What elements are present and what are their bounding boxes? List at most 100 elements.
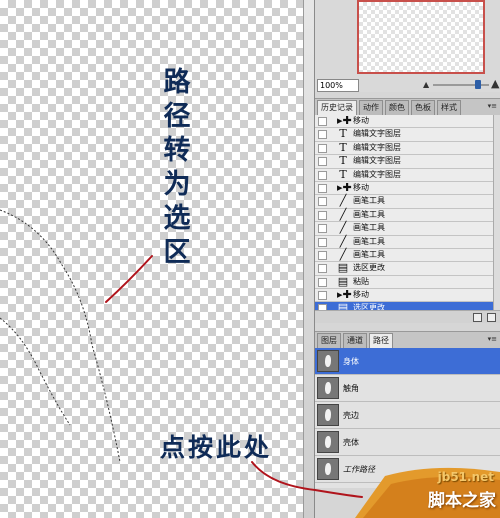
selection-change-icon: ▤ — [337, 261, 349, 275]
panels-dock: 100% ▲ ▲ 历史记录 动作 颜色 色板 样式 ▾≡ ▸✚ 移动 T 编辑文字图层… — [315, 0, 500, 518]
watermark: jb51.net 脚本之家 — [355, 466, 500, 518]
tab-actions[interactable]: 动作 — [359, 100, 383, 115]
tab-paths[interactable]: 路径 — [369, 333, 393, 348]
panel-menu-icon[interactable]: ▾≡ — [488, 335, 497, 343]
tab-channels[interactable]: 通道 — [343, 333, 367, 348]
tab-styles[interactable]: 样式 — [437, 100, 461, 115]
history-source-checkbox[interactable] — [318, 130, 327, 140]
selection-change-icon: ▤ — [337, 301, 349, 310]
move-tool-icon: ▸✚ — [337, 288, 352, 302]
history-footer — [315, 310, 500, 323]
history-item-label: 选区更改 — [353, 303, 385, 310]
history-item-label: 粘贴 — [353, 276, 369, 286]
history-source-checkbox[interactable] — [318, 157, 327, 167]
watermark-text: 脚本之家 — [428, 491, 496, 511]
zoom-in-icon[interactable]: ▲ — [491, 77, 499, 90]
path-thumbnail — [317, 377, 339, 399]
history-item-label: 画笔工具 — [353, 223, 385, 233]
watermark-url: jb51.net — [437, 470, 494, 484]
history-source-checkbox[interactable] — [318, 291, 327, 301]
path-label: 触角 — [343, 384, 359, 393]
history-item-label: 移动 — [353, 290, 369, 300]
path-row[interactable]: 壳边 — [315, 402, 500, 429]
history-item[interactable]: T 编辑文字图层 — [315, 127, 493, 142]
history-item-label: 编辑文字图层 — [353, 156, 401, 166]
history-panel: 历史记录 动作 颜色 色板 样式 ▾≡ ▸✚ 移动 T 编辑文字图层 T 编辑文字图层 T 编… — [315, 98, 500, 323]
history-item-label: 编辑文字图层 — [353, 129, 401, 139]
history-source-checkbox[interactable] — [318, 277, 327, 287]
history-item[interactable]: ▤ 选区更改 — [315, 302, 493, 310]
annotation-char: 路 — [163, 67, 191, 98]
path-thumbnail — [317, 431, 339, 453]
brush-tool-icon: ╱ — [339, 234, 347, 248]
history-item-label: 选区更改 — [353, 263, 385, 273]
layers-tabbar: 图层 通道 路径 ▾≡ — [315, 331, 500, 349]
type-layer-icon: T — [339, 154, 347, 168]
navigator-panel: 100% ▲ ▲ — [315, 0, 500, 92]
path-row[interactable]: 触角 — [315, 375, 500, 402]
annotation-char: 转 — [163, 135, 191, 166]
type-layer-icon: T — [339, 127, 347, 141]
path-thumbnail — [317, 404, 339, 426]
history-source-checkbox[interactable] — [318, 210, 327, 220]
navigator-preview[interactable] — [357, 0, 485, 74]
tab-history[interactable]: 历史记录 — [317, 100, 357, 115]
tab-swatches[interactable]: 色板 — [411, 100, 435, 115]
history-item-label: 编辑文字图层 — [353, 169, 401, 179]
history-item[interactable]: ▤ 选区更改 — [315, 261, 493, 276]
zoom-input[interactable]: 100% — [317, 79, 359, 92]
brush-tool-icon: ╱ — [339, 194, 347, 208]
zoom-out-icon[interactable]: ▲ — [423, 80, 429, 89]
path-label: 壳体 — [343, 438, 359, 447]
history-item-label: 画笔工具 — [353, 249, 385, 259]
history-item[interactable]: ╱ 画笔工具 — [315, 234, 493, 249]
history-item-label: 编辑文字图层 — [353, 142, 401, 152]
path-thumbnail — [317, 458, 339, 480]
path-row[interactable]: 壳体 — [315, 429, 500, 456]
tab-color[interactable]: 颜色 — [385, 100, 409, 115]
path-thumbnail — [317, 350, 339, 372]
history-source-checkbox[interactable] — [318, 183, 327, 193]
history-item[interactable]: ▤ 粘贴 — [315, 274, 493, 290]
history-item[interactable]: ╱ 画笔工具 — [315, 194, 493, 209]
history-item-label: 画笔工具 — [353, 196, 385, 206]
history-item-label: 画笔工具 — [353, 236, 385, 246]
history-item[interactable]: T 编辑文字图层 — [315, 154, 493, 169]
history-source-checkbox[interactable] — [318, 117, 327, 126]
history-scrollbar[interactable] — [493, 115, 500, 310]
type-layer-icon: T — [339, 140, 347, 154]
history-item-label: 画笔工具 — [353, 209, 385, 219]
history-source-checkbox[interactable] — [318, 197, 327, 207]
history-item[interactable]: ▸✚ 移动 — [315, 115, 493, 129]
canvas-scrollbar[interactable] — [303, 0, 315, 518]
history-item[interactable]: T 编辑文字图层 — [315, 140, 493, 156]
history-item[interactable]: ╱ 画笔工具 — [315, 222, 493, 236]
history-source-checkbox[interactable] — [318, 250, 327, 260]
history-source-checkbox[interactable] — [318, 170, 327, 180]
history-item[interactable]: T 编辑文字图层 — [315, 168, 493, 182]
history-tabbar: 历史记录 动作 颜色 色板 样式 ▾≡ — [315, 98, 500, 116]
annotation-char: 为 — [163, 169, 191, 200]
zoom-slider-thumb[interactable] — [475, 80, 481, 89]
path-row[interactable]: 身体 — [315, 348, 500, 375]
annotation-char: 选 — [163, 203, 191, 234]
new-snapshot-icon[interactable] — [473, 313, 482, 322]
move-tool-icon: ▸✚ — [337, 180, 352, 194]
history-item[interactable]: ▸✚ 移动 — [315, 288, 493, 303]
history-source-checkbox[interactable] — [318, 264, 327, 274]
history-list: ▸✚ 移动 T 编辑文字图层 T 编辑文字图层 T 编辑文字图层 T 编辑文字图层 ▸✚ 移动 ╱ 画笔工… — [315, 115, 493, 310]
path-label: 壳边 — [343, 411, 359, 420]
annotation-char: 区 — [163, 237, 191, 268]
paste-icon: ▤ — [337, 274, 349, 288]
history-source-checkbox[interactable] — [318, 143, 327, 153]
annotation-path-to-selection: 路 径 转 为 选 区 — [160, 66, 194, 270]
document-canvas[interactable]: 路 径 转 为 选 区 点按此处 — [0, 0, 303, 518]
brush-tool-icon: ╱ — [339, 247, 347, 261]
history-source-checkbox[interactable] — [318, 237, 327, 247]
history-source-checkbox[interactable] — [318, 224, 327, 234]
delete-state-icon[interactable] — [487, 313, 496, 322]
tab-layers[interactable]: 图层 — [317, 333, 341, 348]
panel-menu-icon[interactable]: ▾≡ — [488, 102, 497, 110]
annotation-char: 径 — [163, 101, 191, 132]
history-item[interactable]: ╱ 画笔工具 — [315, 247, 493, 263]
